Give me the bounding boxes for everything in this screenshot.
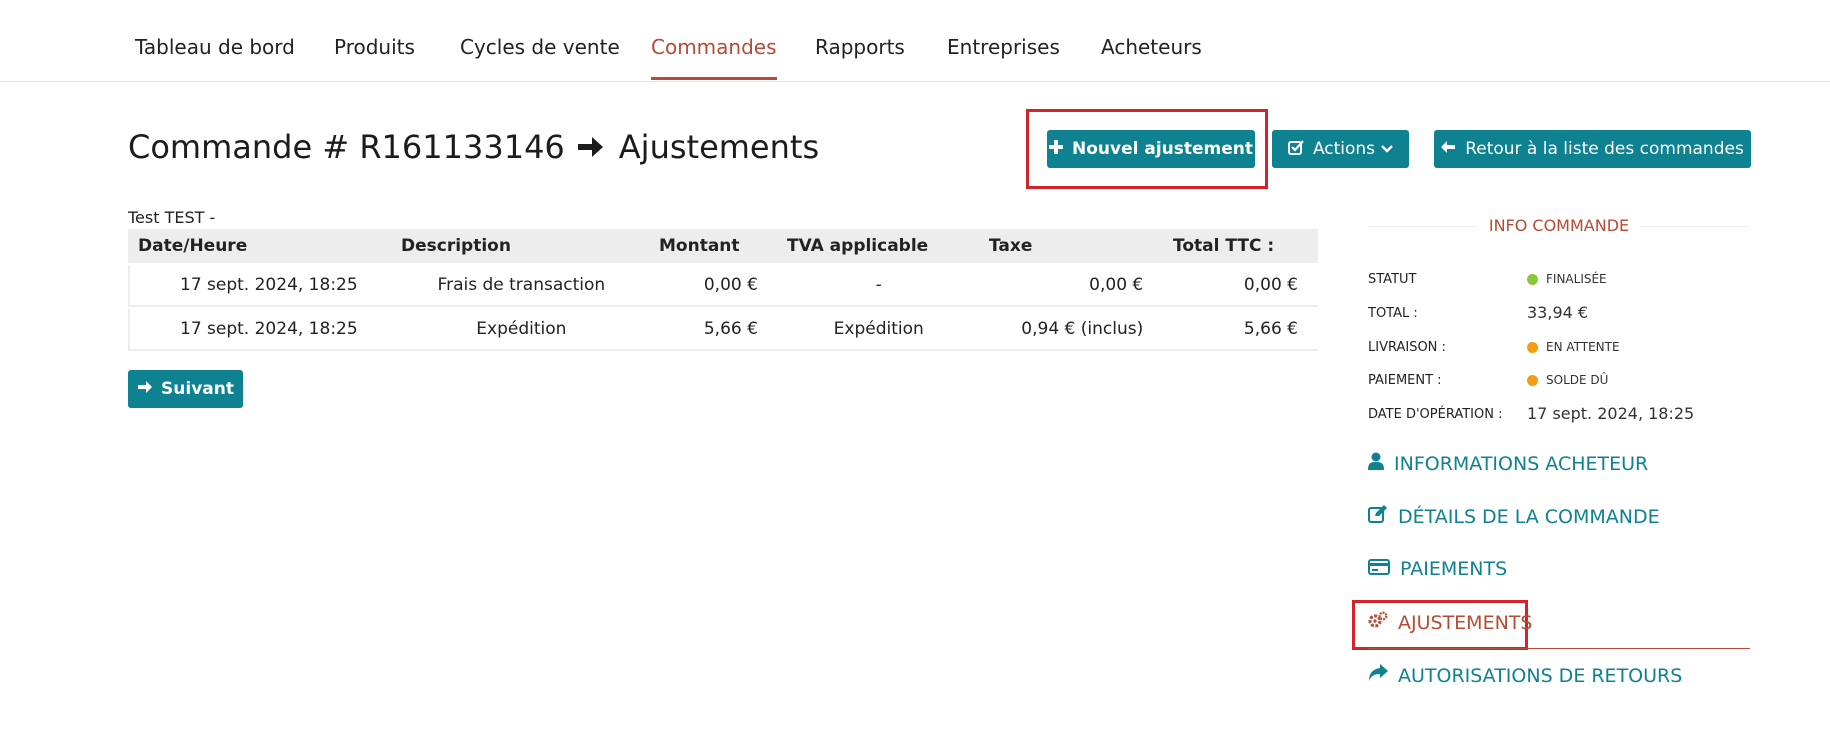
nav-produits[interactable]: Produits [334,35,415,77]
status-badge: FINALISÉE [1546,272,1607,286]
nav-cycles-de-vente[interactable]: Cycles de vente [460,35,620,77]
table-row: 17 sept. 2024, 18:25 Expédition 5,66 € E… [128,309,1318,351]
nav-rapports[interactable]: Rapports [815,35,905,77]
actions-label: Actions [1312,139,1376,159]
top-navigation: Tableau de bord Produits Cycles de vente… [0,0,1830,82]
user-icon [1368,452,1384,475]
payment-label: PAIEMENT : [1368,373,1442,388]
sidebar-link-label: PAIEMENTS [1400,558,1508,580]
sidebar-link-label: DÉTAILS DE LA COMMANDE [1398,505,1660,528]
cell-date: 17 sept. 2024, 18:25 [180,275,358,295]
next-label: Suivant [161,379,234,399]
header-description: Description [401,236,511,256]
status-dot-icon [1527,273,1538,285]
new-adjustment-label: Nouvel ajustement [1071,139,1253,159]
operation-date-label: DATE D'OPÉRATION : [1368,407,1503,422]
sidebar-link-adjustments[interactable]: AJUSTEMENTS [1368,611,1532,634]
chevron-down-icon [1381,139,1393,159]
cell-vat: - [875,275,882,295]
active-link-underline [1368,648,1750,649]
delivery-badge: EN ATTENTE [1546,340,1620,354]
nav-acheteurs[interactable]: Acheteurs [1101,35,1202,77]
section-name: Ajustements [618,128,820,166]
header-total: Total TTC : [1173,236,1275,256]
header-date: Date/Heure [138,236,248,256]
sidebar-link-return-authorizations[interactable]: AUTORISATIONS DE RETOURS [1368,664,1682,687]
payment-badge: SOLDE DÛ [1546,373,1609,387]
sidebar-link-buyer-info[interactable]: INFORMATIONS ACHETEUR [1368,452,1648,475]
back-to-list-button[interactable]: Retour à la liste des commandes [1434,130,1751,168]
arrow-right-icon [575,132,605,162]
sidebar-link-order-details[interactable]: DÉTAILS DE LA COMMANDE [1368,505,1660,528]
header-amount: Montant [659,236,740,256]
back-to-list-label: Retour à la liste des commandes [1465,139,1744,159]
customer-name: Test TEST - [128,208,216,227]
check-square-icon [1287,139,1304,160]
arrow-right-icon [137,379,153,399]
order-info-title: INFO COMMANDE [1368,216,1750,235]
cell-total: 5,66 € [1243,319,1298,339]
header-vat: TVA applicable [787,236,929,256]
adjustments-table: Date/Heure Description Montant TVA appli… [128,229,1318,351]
nav-entreprises[interactable]: Entreprises [947,35,1060,77]
status-value: FINALISÉE [1527,272,1607,286]
page-title: Commande # R161133146 Ajustements [128,128,819,166]
operation-date-value: 17 sept. 2024, 18:25 [1527,404,1695,423]
cell-total: 0,00 € [1243,275,1298,295]
credit-card-icon [1368,558,1390,580]
total-value: 33,94 € [1527,303,1589,322]
cell-description: Frais de transaction [437,275,606,295]
cell-amount: 0,00 € [703,275,758,295]
cell-tax: 0,94 € (inclus) [1021,319,1144,339]
nav-commandes[interactable]: Commandes [651,35,777,80]
payment-dot-icon [1527,374,1538,386]
sidebar-link-label: AUTORISATIONS DE RETOURS [1398,664,1683,687]
order-number: Commande # R161133146 [128,128,565,166]
next-button[interactable]: Suivant [128,370,243,408]
arrow-left-icon [1441,139,1456,159]
new-adjustment-button[interactable]: Nouvel ajustement [1047,130,1255,168]
cell-tax: 0,00 € [1089,275,1144,295]
sidebar-link-payments[interactable]: PAIEMENTS [1368,558,1507,580]
delivery-dot-icon [1527,341,1538,353]
cell-vat: Expédition [833,319,924,339]
header-tax: Taxe [989,236,1033,256]
table-header: Date/Heure Description Montant TVA appli… [128,229,1318,263]
payment-value: SOLDE DÛ [1527,373,1608,387]
cell-description: Expédition [476,319,567,339]
table-row: 17 sept. 2024, 18:25 Frais de transactio… [128,265,1318,307]
edit-icon [1368,505,1388,528]
nav-tableau-de-bord[interactable]: Tableau de bord [135,35,295,77]
delivery-value: EN ATTENTE [1527,340,1620,354]
cell-date: 17 sept. 2024, 18:25 [180,319,358,339]
actions-dropdown-button[interactable]: Actions [1272,130,1409,168]
delivery-label: LIVRAISON : [1368,340,1446,355]
plus-icon [1048,139,1063,159]
sidebar-link-label: INFORMATIONS ACHETEUR [1394,452,1649,475]
sidebar-link-label: AJUSTEMENTS [1398,611,1533,634]
total-label: TOTAL : [1368,306,1418,321]
cell-amount: 5,66 € [703,319,758,339]
share-icon [1368,664,1388,687]
status-label: STATUT [1368,272,1417,287]
gears-icon [1368,611,1388,634]
